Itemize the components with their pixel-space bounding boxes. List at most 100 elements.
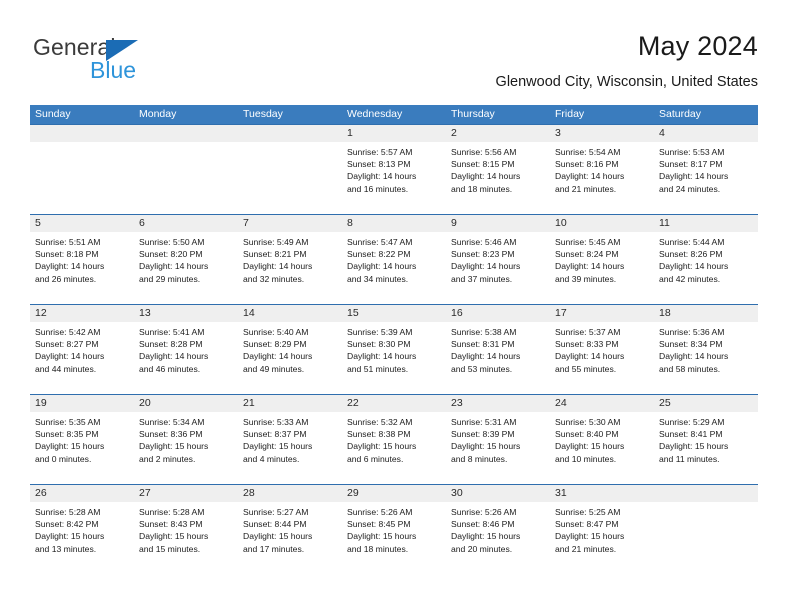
daylight-text-line2: and 21 minutes. (555, 543, 617, 554)
day-cell[interactable]: Sunrise: 5:47 AM Sunset: 8:22 PM Dayligh… (342, 232, 446, 303)
day-number (134, 125, 238, 142)
day-cell[interactable] (654, 502, 758, 573)
day-number: 14 (243, 307, 255, 319)
day-cell[interactable] (238, 142, 342, 213)
day-cell[interactable]: Sunrise: 5:42 AM Sunset: 8:27 PM Dayligh… (30, 322, 134, 393)
sunrise-text: Sunrise: 5:39 AM (347, 327, 413, 337)
day-number-band: 1 2 3 4 (30, 125, 758, 142)
day-cell[interactable]: Sunrise: 5:39 AM Sunset: 8:30 PM Dayligh… (342, 322, 446, 393)
day-number (30, 125, 134, 142)
day-number: 15 (347, 307, 359, 319)
day-cell[interactable]: Sunrise: 5:51 AM Sunset: 8:18 PM Dayligh… (30, 232, 134, 303)
daylight-text-line1: Daylight: 14 hours (347, 171, 417, 182)
day-detail-band: Sunrise: 5:57 AM Sunset: 8:13 PM Dayligh… (30, 142, 758, 213)
sunset-text: Sunset: 8:29 PM (243, 339, 307, 350)
sunset-text: Sunset: 8:27 PM (35, 339, 99, 350)
daylight-text-line1: Daylight: 14 hours (35, 261, 105, 272)
day-cell[interactable]: Sunrise: 5:26 AM Sunset: 8:45 PM Dayligh… (342, 502, 446, 573)
day-number: 25 (659, 397, 671, 409)
sunrise-text: Sunrise: 5:30 AM (555, 417, 621, 427)
day-cell[interactable] (30, 142, 134, 213)
day-number: 6 (139, 217, 145, 229)
day-cell[interactable]: Sunrise: 5:32 AM Sunset: 8:38 PM Dayligh… (342, 412, 446, 483)
day-cell[interactable]: Sunrise: 5:54 AM Sunset: 8:16 PM Dayligh… (550, 142, 654, 213)
general-blue-logo[interactable]: General Blue (33, 34, 213, 86)
sunrise-text: Sunrise: 5:38 AM (451, 327, 517, 337)
sunrise-text: Sunrise: 5:26 AM (451, 507, 517, 517)
day-cell[interactable]: Sunrise: 5:49 AM Sunset: 8:21 PM Dayligh… (238, 232, 342, 303)
day-cell[interactable]: Sunrise: 5:30 AM Sunset: 8:40 PM Dayligh… (550, 412, 654, 483)
day-cell[interactable]: Sunrise: 5:56 AM Sunset: 8:15 PM Dayligh… (446, 142, 550, 213)
day-number: 8 (347, 217, 353, 229)
day-cell[interactable]: Sunrise: 5:53 AM Sunset: 8:17 PM Dayligh… (654, 142, 758, 213)
daylight-text-line1: Daylight: 14 hours (555, 261, 625, 272)
day-cell[interactable]: Sunrise: 5:26 AM Sunset: 8:46 PM Dayligh… (446, 502, 550, 573)
sunset-text: Sunset: 8:45 PM (347, 519, 411, 530)
daylight-text-line1: Daylight: 15 hours (555, 441, 625, 452)
day-number: 22 (347, 397, 359, 409)
sunset-text: Sunset: 8:34 PM (659, 339, 723, 350)
day-cell[interactable]: Sunrise: 5:44 AM Sunset: 8:26 PM Dayligh… (654, 232, 758, 303)
day-cell[interactable] (134, 142, 238, 213)
daylight-text-line2: and 20 minutes. (451, 543, 513, 554)
day-cell[interactable]: Sunrise: 5:25 AM Sunset: 8:47 PM Dayligh… (550, 502, 654, 573)
day-cell[interactable]: Sunrise: 5:34 AM Sunset: 8:36 PM Dayligh… (134, 412, 238, 483)
sunset-text: Sunset: 8:24 PM (555, 249, 619, 260)
sunset-text: Sunset: 8:23 PM (451, 249, 515, 260)
daylight-text-line2: and 16 minutes. (347, 183, 409, 194)
day-number: 16 (451, 307, 463, 319)
day-cell[interactable]: Sunrise: 5:46 AM Sunset: 8:23 PM Dayligh… (446, 232, 550, 303)
day-number: 3 (555, 127, 561, 139)
day-cell[interactable]: Sunrise: 5:28 AM Sunset: 8:42 PM Dayligh… (30, 502, 134, 573)
week-row: 19 20 21 22 23 24 25 Sunrise: 5:35 AM Su… (30, 394, 758, 484)
sunrise-text: Sunrise: 5:54 AM (555, 147, 621, 157)
week-row: 12 13 14 15 16 17 18 Sunrise: 5:42 AM Su… (30, 304, 758, 394)
sunrise-text: Sunrise: 5:41 AM (139, 327, 205, 337)
sunrise-text: Sunrise: 5:57 AM (347, 147, 413, 157)
day-cell[interactable]: Sunrise: 5:36 AM Sunset: 8:34 PM Dayligh… (654, 322, 758, 393)
daylight-text-line1: Daylight: 15 hours (451, 531, 521, 542)
daylight-text-line1: Daylight: 15 hours (659, 441, 729, 452)
day-cell[interactable]: Sunrise: 5:33 AM Sunset: 8:37 PM Dayligh… (238, 412, 342, 483)
sunrise-text: Sunrise: 5:44 AM (659, 237, 725, 247)
day-cell[interactable]: Sunrise: 5:28 AM Sunset: 8:43 PM Dayligh… (134, 502, 238, 573)
sunset-text: Sunset: 8:38 PM (347, 429, 411, 440)
weekday-header-row: Sunday Monday Tuesday Wednesday Thursday… (30, 105, 758, 124)
daylight-text-line2: and 39 minutes. (555, 273, 617, 284)
daylight-text-line2: and 46 minutes. (139, 363, 201, 374)
sunrise-text: Sunrise: 5:28 AM (139, 507, 205, 517)
weekday-header-wednesday: Wednesday (347, 108, 403, 120)
daylight-text-line2: and 26 minutes. (35, 273, 97, 284)
day-cell[interactable]: Sunrise: 5:41 AM Sunset: 8:28 PM Dayligh… (134, 322, 238, 393)
day-number (238, 125, 342, 142)
sunset-text: Sunset: 8:43 PM (139, 519, 203, 530)
daylight-text-line1: Daylight: 14 hours (659, 171, 729, 182)
daylight-text-line2: and 49 minutes. (243, 363, 305, 374)
daylight-text-line1: Daylight: 14 hours (451, 171, 521, 182)
day-detail-band: Sunrise: 5:35 AM Sunset: 8:35 PM Dayligh… (30, 412, 758, 483)
day-cell[interactable]: Sunrise: 5:29 AM Sunset: 8:41 PM Dayligh… (654, 412, 758, 483)
day-cell[interactable]: Sunrise: 5:38 AM Sunset: 8:31 PM Dayligh… (446, 322, 550, 393)
daylight-text-line2: and 58 minutes. (659, 363, 721, 374)
day-cell[interactable]: Sunrise: 5:57 AM Sunset: 8:13 PM Dayligh… (342, 142, 446, 213)
day-cell[interactable]: Sunrise: 5:31 AM Sunset: 8:39 PM Dayligh… (446, 412, 550, 483)
day-cell[interactable]: Sunrise: 5:50 AM Sunset: 8:20 PM Dayligh… (134, 232, 238, 303)
week-row: 1 2 3 4 Sunrise: 5:57 AM Sunset: 8:13 PM… (30, 124, 758, 214)
day-number: 5 (35, 217, 41, 229)
weekday-header-sunday: Sunday (35, 108, 71, 120)
sunset-text: Sunset: 8:35 PM (35, 429, 99, 440)
day-cell[interactable]: Sunrise: 5:37 AM Sunset: 8:33 PM Dayligh… (550, 322, 654, 393)
day-cell[interactable]: Sunrise: 5:35 AM Sunset: 8:35 PM Dayligh… (30, 412, 134, 483)
daylight-text-line1: Daylight: 14 hours (243, 261, 313, 272)
sunrise-text: Sunrise: 5:32 AM (347, 417, 413, 427)
day-cell[interactable]: Sunrise: 5:27 AM Sunset: 8:44 PM Dayligh… (238, 502, 342, 573)
day-number: 26 (35, 487, 47, 499)
day-cell[interactable]: Sunrise: 5:45 AM Sunset: 8:24 PM Dayligh… (550, 232, 654, 303)
sunrise-text: Sunrise: 5:56 AM (451, 147, 517, 157)
sunset-text: Sunset: 8:37 PM (243, 429, 307, 440)
daylight-text-line2: and 37 minutes. (451, 273, 513, 284)
day-cell[interactable]: Sunrise: 5:40 AM Sunset: 8:29 PM Dayligh… (238, 322, 342, 393)
sunrise-text: Sunrise: 5:36 AM (659, 327, 725, 337)
sunrise-text: Sunrise: 5:47 AM (347, 237, 413, 247)
day-number: 2 (451, 127, 457, 139)
